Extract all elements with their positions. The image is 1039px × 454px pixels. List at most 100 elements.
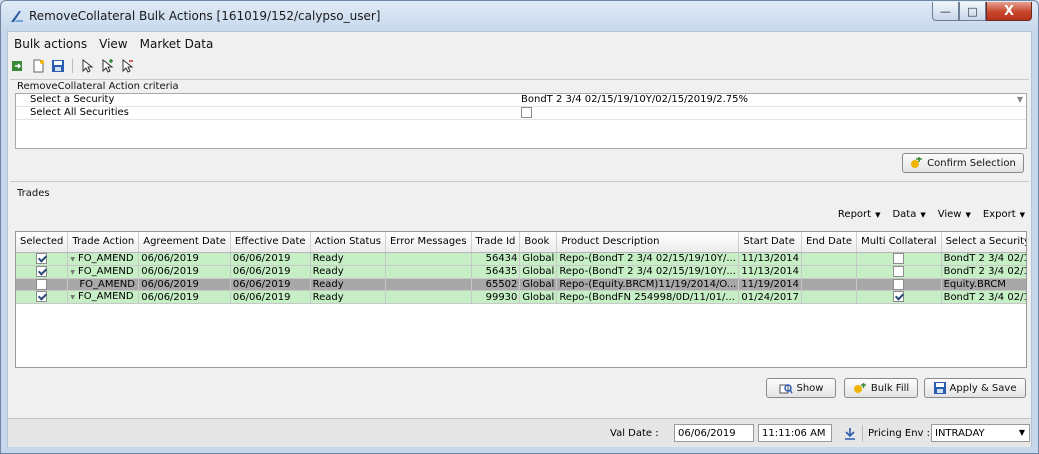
- cell-trade-action[interactable]: ▼ FO_AMEND: [67, 265, 140, 279]
- column-header[interactable]: Select a Security: [941, 232, 1026, 253]
- column-header[interactable]: Multi Collateral: [856, 232, 942, 253]
- checkbox[interactable]: [36, 252, 48, 264]
- table-row[interactable]: ▼ FO_AMEND 06/06/2019 06/06/2019 Ready 56434 G…: [16, 252, 1026, 266]
- download-icon[interactable]: [844, 427, 856, 440]
- menu-market-data[interactable]: Market Data: [134, 35, 220, 53]
- show-button[interactable]: Show: [766, 378, 836, 398]
- criteria-row-security[interactable]: Select a Security BondT 2 3/4 02/15/19/1…: [16, 94, 1026, 107]
- apply-save-button[interactable]: Apply & Save: [924, 378, 1026, 398]
- criteria-panel: Select a Security BondT 2 3/4 02/15/19/1…: [15, 93, 1027, 149]
- cell-text: Ready: [312, 278, 344, 290]
- column-header[interactable]: Product Description: [556, 232, 740, 253]
- title-bar[interactable]: RemoveCollateral Bulk Actions [161019/15…: [1, 1, 1038, 31]
- pricing-env-select[interactable]: INTRADAY ▼: [931, 424, 1030, 442]
- checkbox[interactable]: [893, 291, 905, 303]
- cell-text: 06/06/2019: [232, 291, 291, 303]
- multi-collateral-cell[interactable]: [856, 290, 942, 304]
- checkbox[interactable]: [36, 265, 48, 277]
- multi-collateral-cell[interactable]: [856, 252, 942, 266]
- chevron-down-icon: ▼: [1018, 428, 1025, 437]
- column-header[interactable]: Selected: [16, 232, 69, 253]
- cell-text: 56435: [485, 266, 518, 277]
- show-icon: [779, 383, 793, 393]
- pointer-icon[interactable]: [79, 58, 95, 74]
- column-header[interactable]: Trade Id: [471, 232, 521, 253]
- menu-view[interactable]: View: [93, 35, 133, 53]
- checkbox[interactable]: [893, 265, 905, 277]
- column-header[interactable]: Trade Action: [67, 232, 140, 253]
- column-header[interactable]: Action Status: [310, 232, 386, 253]
- checkbox[interactable]: [36, 291, 48, 303]
- report-menu-report[interactable]: Report ▼: [838, 209, 881, 220]
- new-icon[interactable]: [30, 58, 46, 74]
- multi-collateral-cell[interactable]: [856, 278, 942, 291]
- bulk-fill-icon: [853, 382, 866, 393]
- multi-collateral-cell[interactable]: [856, 265, 942, 279]
- selected-cell[interactable]: [16, 265, 69, 279]
- security-select[interactable]: BondT 2 3/4 02/15/19/10Y/02/15/2019/2.75…: [521, 94, 748, 105]
- checkbox[interactable]: [36, 278, 48, 290]
- app-logo-icon: [11, 11, 23, 22]
- minimize-button[interactable]: —: [932, 2, 959, 21]
- cell-text: FO_AMEND: [77, 265, 134, 277]
- selected-cell[interactable]: [16, 290, 69, 304]
- dropdown-icon[interactable]: ▼: [70, 269, 75, 276]
- chevron-down-icon[interactable]: ▼: [1017, 95, 1023, 104]
- cell-error: [385, 290, 472, 304]
- report-menu-export[interactable]: Export ▼: [983, 209, 1025, 220]
- column-header[interactable]: Book: [519, 232, 558, 253]
- checkbox[interactable]: [893, 252, 905, 264]
- dropdown-icon[interactable]: ▼: [70, 256, 75, 263]
- close-icon: X: [1003, 3, 1015, 19]
- cell-trade-id: 65502: [471, 278, 521, 291]
- selected-cell[interactable]: [16, 278, 69, 291]
- table-row[interactable]: ▼ FO_AMEND 06/06/2019 06/06/2019 Ready 56435 G…: [16, 265, 1026, 279]
- cell-text: 06/06/2019: [141, 266, 199, 277]
- table-row[interactable]: ▼ FO_AMEND 06/06/2019 06/06/2019 Ready 99930 G…: [16, 290, 1026, 304]
- cell-action-status: Ready: [310, 265, 386, 279]
- cell-security[interactable]: BondT 2 3/4 02/15/...: [941, 265, 1026, 279]
- close-button[interactable]: X: [986, 2, 1032, 21]
- client-area: Bulk actions View Market Data RemoveColl…: [7, 31, 1032, 447]
- report-menu-data[interactable]: Data ▼: [892, 209, 925, 220]
- report-menu-view[interactable]: View ▼: [938, 209, 971, 220]
- cell-trade-action[interactable]: FO_AMEND: [67, 278, 140, 291]
- save-icon[interactable]: [50, 58, 66, 74]
- column-header[interactable]: Error Messages: [385, 232, 472, 253]
- cell-text: Repo-(BondT 2 3/4 02/15/19/10Y/...: [559, 266, 736, 277]
- cell-trade-id: 99930: [471, 290, 521, 304]
- val-date-input[interactable]: 06/06/2019: [674, 424, 754, 442]
- toolbar-separator: [72, 59, 73, 73]
- cell-security[interactable]: BondT 2 3/4 02/15/...: [941, 290, 1026, 304]
- bulk-fill-label: Bulk Fill: [870, 382, 910, 394]
- column-header[interactable]: Start Date: [738, 232, 802, 253]
- cell-agreement-date: 06/06/2019: [138, 265, 231, 279]
- cell-trade-action[interactable]: ▼ FO_AMEND: [67, 290, 140, 304]
- maximize-icon: □: [967, 4, 978, 18]
- status-bar: Val Date : 06/06/2019 11:11:06 AM Pricin…: [8, 418, 1031, 447]
- cell-end-date: [801, 278, 858, 291]
- cell-security[interactable]: BondT 2 3/4 02/15/...: [941, 252, 1026, 266]
- checkbox[interactable]: [893, 278, 905, 290]
- column-header[interactable]: Effective Date: [230, 232, 311, 253]
- val-time-input[interactable]: 11:11:06 AM: [758, 424, 832, 442]
- dropdown-icon[interactable]: ▼: [70, 294, 75, 301]
- table-header-row: Selected Trade Action Agreement Date Effect…: [16, 232, 1026, 253]
- table-row[interactable]: FO_AMEND 06/06/2019 06/06/2019 Ready 65502 Gl…: [16, 278, 1026, 291]
- cell-end-date: [801, 265, 858, 279]
- pointer-add-icon[interactable]: [99, 58, 115, 74]
- bulk-fill-button[interactable]: Bulk Fill: [844, 378, 918, 398]
- selected-cell[interactable]: [16, 252, 69, 266]
- menu-bulk-actions[interactable]: Bulk actions: [8, 35, 93, 53]
- cell-trade-id: 56434: [471, 252, 521, 266]
- cell-security[interactable]: Equity.BRCM: [941, 278, 1026, 291]
- maximize-button[interactable]: □: [959, 2, 986, 21]
- load-icon[interactable]: [10, 58, 26, 74]
- column-header[interactable]: Agreement Date: [138, 232, 231, 253]
- pointer-remove-icon[interactable]: [119, 58, 135, 74]
- select-all-checkbox[interactable]: [521, 107, 532, 119]
- column-header[interactable]: End Date: [801, 232, 858, 253]
- cell-trade-action[interactable]: ▼ FO_AMEND: [67, 252, 140, 266]
- cell-error: [385, 265, 472, 279]
- confirm-selection-button[interactable]: Confirm Selection: [902, 153, 1024, 173]
